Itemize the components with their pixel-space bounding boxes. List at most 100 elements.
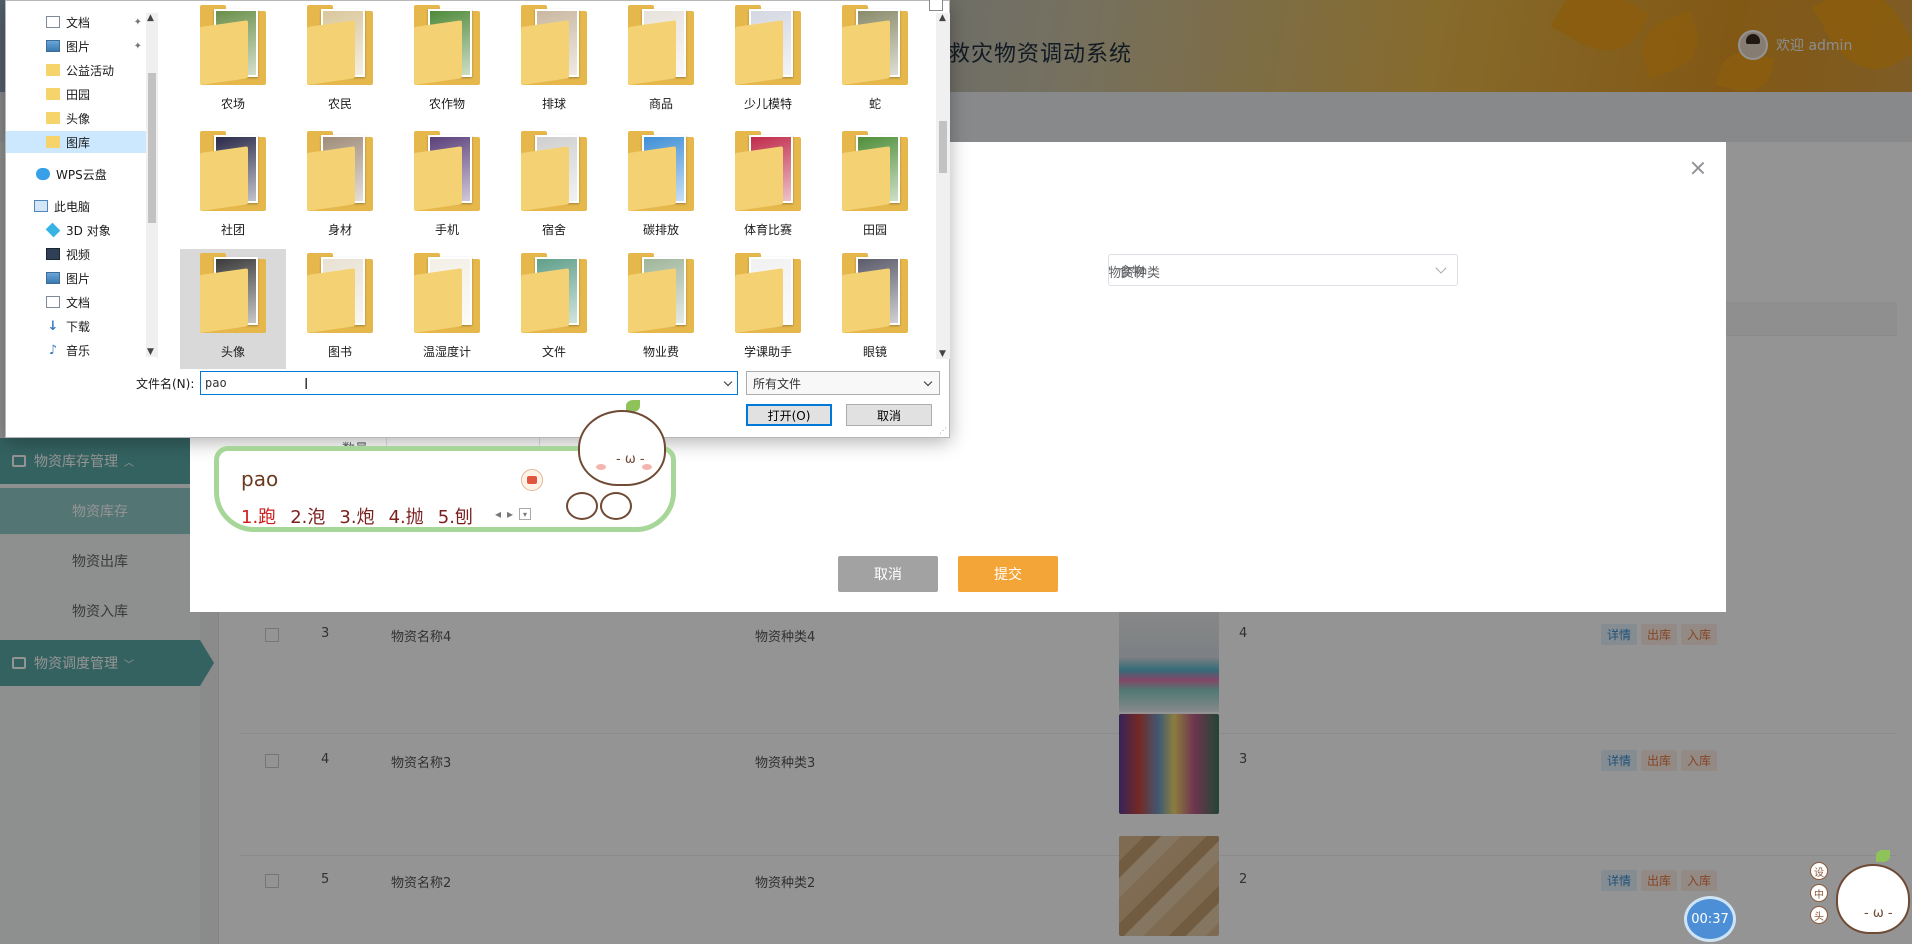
nav-scrollbar[interactable]: ▲ ▼ [146,13,158,357]
scroll-down-icon[interactable]: ▼ [939,349,946,359]
ime-toolbar: 设中头 [1810,862,1832,924]
nav-item[interactable]: 3D 对象 [6,219,146,241]
nav-item[interactable]: 田园 [6,83,146,105]
nav-item-label: 公益活动 [66,63,115,78]
folder-item[interactable]: 眼镜 [822,249,928,369]
folder-item[interactable]: 蛇 [822,1,928,121]
scroll-thumb[interactable] [148,73,156,223]
folder-item[interactable]: 身材 [287,127,393,247]
folder-label: 眼镜 [862,345,887,359]
nav-item[interactable]: 视频 [6,243,146,265]
ime-candidate[interactable]: 2.泡 [290,503,325,529]
folder-item[interactable]: 排球 [501,1,607,121]
folder-item[interactable]: 碳排放 [608,127,714,247]
page-next-icon[interactable]: ▸ [507,507,513,521]
nav-item[interactable]: 头像 [6,107,146,129]
folder-item[interactable]: 少儿模特 [715,1,821,121]
cancel-button[interactable]: 取消 [838,556,938,592]
text-cursor-icon: I [304,375,309,393]
folder-icon [307,131,373,211]
scroll-down-icon[interactable]: ▼ [147,347,154,357]
folder-label: 蛇 [868,97,881,111]
folder-icon [628,253,694,333]
ime-tool-button[interactable]: 设 [1810,862,1828,880]
folder-label: 社团 [220,223,245,237]
folder-item[interactable]: 农作物 [394,1,500,121]
folder-item[interactable]: 温湿度计 [394,249,500,369]
folder-icon [200,253,266,333]
nav-item[interactable]: 图库 [6,131,146,153]
filename-input[interactable]: pao [200,371,738,395]
folder-item[interactable]: 农民 [287,1,393,121]
chevron-down-icon [1435,262,1447,274]
open-button[interactable]: 打开(O) [746,404,832,426]
folder-item[interactable]: 商品 [608,1,714,121]
folder-item[interactable]: 文件 [501,249,607,369]
folder-label: 农作物 [428,97,465,111]
ime-candidate[interactable]: 1.跑 [241,503,276,529]
folder-icon [414,5,480,85]
ime-tool-button[interactable]: 中 [1810,884,1828,902]
folder-item[interactable]: 学课助手 [715,249,821,369]
nav-item-label: 图库 [66,135,91,150]
close-icon[interactable] [929,0,943,11]
ime-composition: pao [241,467,279,491]
folder-icon [414,253,480,333]
ime-candidate[interactable]: 3.炮 [339,503,374,529]
ime-status-mascot-icon[interactable]: - ω - [1832,850,1912,944]
ime-candidate[interactable]: 5.刨 [438,503,473,529]
nav-item[interactable]: WPS云盘 [6,163,146,185]
folder-item[interactable]: 体育比赛 [715,127,821,247]
resize-grip-icon[interactable]: ⋰ [939,426,947,435]
grid-scrollbar[interactable]: ▲ ▼ [936,13,950,359]
close-icon[interactable] [1688,158,1708,178]
expand-icon[interactable]: ▾ [519,508,532,520]
dialog-cancel-button[interactable]: 取消 [846,404,932,426]
scroll-thumb[interactable] [939,121,947,173]
folder-icon [307,5,373,85]
submit-button[interactable]: 提交 [958,556,1058,592]
nav-item[interactable]: 文档 [6,291,146,313]
folder-label: 排球 [541,97,566,111]
folder-icon [842,253,908,333]
category-select[interactable]: 食物 [1108,254,1458,286]
folder-icon [735,253,801,333]
folder-item[interactable]: 农场 [180,1,286,121]
folder-label: 头像 [220,345,245,359]
folder-item[interactable]: 宿舍 [501,127,607,247]
nav-item-label: 图片 [66,271,91,286]
nav-item[interactable]: 图片 ✦ [6,35,146,57]
filetype-select[interactable]: 所有文件 [746,371,940,395]
page-prev-icon[interactable]: ◂ [495,507,501,521]
chevron-down-icon[interactable] [723,377,733,387]
nav-item[interactable]: ♪ 音乐 [6,339,146,361]
folder-icon [842,5,908,85]
file-open-dialog: 文档 ✦ 图片 ✦ 公益活动 田园 头像 图库 WPS云盘 此电脑 3D 对象 视频 图片 文档 ↓ 下载 ♪ 音… [5,0,950,438]
recording-timer[interactable]: 00:37 [1684,896,1736,942]
folder-item[interactable]: 手机 [394,127,500,247]
video-icon [46,248,60,260]
ime-logo-icon[interactable] [521,469,543,491]
folder-label: 文件 [541,345,566,359]
nav-item[interactable]: 文档 ✦ [6,11,146,33]
ime-tool-button[interactable]: 头 [1810,906,1828,924]
nav-item-label: 图片 [66,39,91,54]
ime-page-nav: ◂ ▸ ▾ [495,507,532,521]
folder-icon [628,5,694,85]
nav-item[interactable]: 公益活动 [6,59,146,81]
nav-item[interactable]: 图片 [6,267,146,289]
folder-item[interactable]: 图书 [287,249,393,369]
pictures-icon [46,272,60,284]
folder-item[interactable]: 田园 [822,127,928,247]
nav-item[interactable]: 此电脑 [6,195,146,217]
folder-item[interactable]: 头像 [180,249,286,369]
ime-candidate[interactable]: 4.抛 [389,503,424,529]
scroll-up-icon[interactable]: ▲ [147,13,154,23]
ime-candidate-list: 1.跑 2.泡 3.炮 4.抛 5.刨 [241,503,473,529]
nav-item[interactable]: ↓ 下载 [6,315,146,337]
folder-icon [521,253,587,333]
folder-item[interactable]: 社团 [180,127,286,247]
folder-item[interactable]: 物业费 [608,249,714,369]
scroll-up-icon[interactable]: ▲ [939,13,946,23]
nav-item-label: 视频 [66,247,91,262]
